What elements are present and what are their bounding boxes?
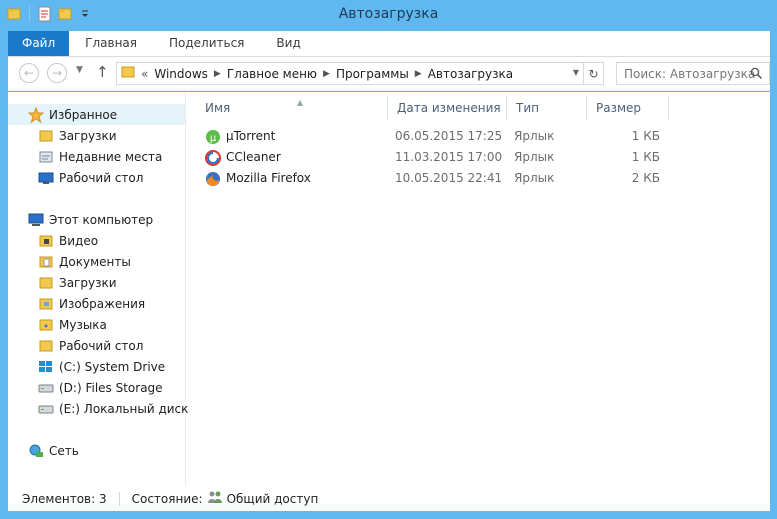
nav-pc-downloads[interactable]: Загрузки (38, 272, 117, 293)
nav-videos[interactable]: Видео (38, 230, 98, 251)
nav-network[interactable]: Сеть (28, 440, 79, 461)
forward-button[interactable]: → (47, 63, 67, 83)
breadcrumb-startup[interactable]: Автозагрузка (428, 67, 513, 81)
table-row[interactable]: Mozilla Firefox 10.05.2015 22:41 Ярлык 2… (187, 168, 677, 189)
file-date: 11.03.2015 17:00 (395, 150, 503, 164)
file-name: Mozilla Firefox (226, 171, 311, 185)
breadcrumb-windows[interactable]: Windows (154, 67, 208, 81)
sort-ascending-icon: ▲ (297, 98, 304, 107)
nav-this-pc[interactable]: Этот компьютер (28, 209, 153, 230)
folder-icon (121, 65, 135, 82)
file-type: Ярлык (514, 171, 555, 185)
navigation-pane: Избранное Загрузки Недавние места Рабочи… (8, 92, 188, 486)
nav-favorites[interactable]: Избранное (8, 104, 185, 125)
title-bar: Автозагрузка (0, 0, 777, 31)
search-icon[interactable] (750, 67, 763, 83)
star-icon (28, 106, 44, 123)
file-size: 1 КБ (631, 129, 660, 143)
table-row[interactable]: µ µTorrent 06.05.2015 17:25 Ярлык 1 КБ (187, 126, 677, 147)
utorrent-icon: µ (205, 129, 221, 145)
desktop-folder-icon (38, 338, 54, 354)
state-label: Состояние: (131, 491, 203, 506)
column-header-size[interactable]: Размер (587, 96, 669, 120)
address-dropdown-icon[interactable]: ▼ (573, 68, 579, 77)
music-folder-icon (38, 317, 54, 333)
ccleaner-icon (205, 149, 221, 166)
nav-recent-places[interactable]: Недавние места (38, 146, 162, 167)
nav-drive-d[interactable]: (D:) Files Storage (38, 377, 163, 398)
tab-view[interactable]: Вид (260, 31, 316, 56)
refresh-icon[interactable]: ↻ (583, 63, 603, 84)
file-name: CCleaner (226, 150, 281, 164)
address-bar[interactable]: « Windows ▶ Главное меню ▶ Программы ▶ А… (116, 62, 604, 85)
search-input[interactable]: Поиск: Автозагрузка (616, 62, 770, 85)
hard-drive-icon (38, 401, 54, 417)
search-placeholder: Поиск: Автозагрузка (624, 66, 756, 81)
nav-pc-desktop[interactable]: Рабочий стол (38, 335, 143, 356)
tab-share[interactable]: Поделиться (153, 31, 260, 56)
nav-documents[interactable]: Документы (38, 251, 131, 272)
state-value: Общий доступ (226, 491, 319, 506)
nav-drive-c[interactable]: (C:) System Drive (38, 356, 165, 377)
column-header-date[interactable]: Дата изменения (388, 96, 507, 120)
breadcrumb: Windows ▶ Главное меню ▶ Программы ▶ Авт… (154, 67, 513, 81)
file-type: Ярлык (514, 129, 555, 143)
downloads-folder-icon (38, 275, 54, 291)
up-arrow-icon[interactable]: ↑ (96, 63, 109, 81)
windows-drive-icon (38, 359, 54, 375)
forward-arrow-icon: → (51, 66, 63, 80)
file-type: Ярлык (514, 150, 555, 164)
recent-locations-dropdown-icon[interactable]: ▼ (76, 65, 83, 75)
tab-file[interactable]: Файл (8, 31, 70, 56)
content-area: Избранное Загрузки Недавние места Рабочи… (8, 92, 770, 486)
file-date: 06.05.2015 17:25 (395, 129, 503, 143)
breadcrumb-separator-icon[interactable]: ▶ (415, 69, 422, 79)
tab-home[interactable]: Главная (69, 31, 153, 56)
column-header-name[interactable]: Имя ▲ (196, 96, 388, 120)
back-button[interactable]: ← (19, 63, 39, 83)
svg-text:µ: µ (210, 133, 217, 144)
table-row[interactable]: CCleaner 11.03.2015 17:00 Ярлык 1 КБ (187, 147, 677, 168)
nav-favorites-desktop[interactable]: Рабочий стол (38, 167, 143, 188)
ribbon-tabs: Файл Главная Поделиться Вид (8, 31, 770, 57)
videos-folder-icon (38, 233, 54, 249)
file-list: Имя ▲ Дата изменения Тип Размер µ µTorre… (187, 92, 770, 486)
recent-places-icon (38, 149, 54, 165)
downloads-folder-icon (38, 128, 54, 144)
nav-music[interactable]: Музыка (38, 314, 107, 335)
window-title: Автозагрузка (338, 6, 439, 22)
overflow-chevron[interactable]: « (141, 67, 148, 81)
breadcrumb-programs[interactable]: Программы (336, 67, 409, 81)
desktop-icon (38, 170, 54, 186)
shared-users-icon (207, 490, 223, 507)
firefox-icon (205, 171, 221, 187)
back-arrow-icon: ← (23, 66, 35, 80)
file-size: 1 КБ (631, 150, 660, 164)
status-divider (118, 491, 120, 506)
file-name: µTorrent (226, 129, 276, 143)
status-bar: Элементов: 3 Состояние: Общий доступ (8, 486, 770, 511)
network-icon (28, 443, 44, 459)
nav-drive-e[interactable]: (E:) Локальный диск (38, 398, 188, 419)
breadcrumb-start-menu[interactable]: Главное меню (227, 67, 317, 81)
nav-pictures[interactable]: Изображения (38, 293, 145, 314)
address-row: ← → ▼ ↑ « Windows ▶ Главное меню ▶ Прогр… (8, 57, 770, 91)
nav-favorites-downloads[interactable]: Загрузки (38, 125, 117, 146)
breadcrumb-separator-icon[interactable]: ▶ (323, 69, 330, 79)
item-count: Элементов: 3 (22, 491, 107, 506)
pictures-folder-icon (38, 296, 54, 312)
column-header-type[interactable]: Тип (507, 96, 587, 120)
hard-drive-icon (38, 380, 54, 396)
breadcrumb-separator-icon[interactable]: ▶ (214, 69, 221, 79)
share-state: Состояние: Общий доступ (131, 490, 319, 507)
file-size: 2 КБ (631, 171, 660, 185)
documents-folder-icon (38, 254, 54, 270)
explorer-window: Автозагрузка Файл Главная Поделиться Вид… (0, 0, 777, 519)
file-date: 10.05.2015 22:41 (395, 171, 503, 185)
computer-icon (28, 212, 44, 228)
